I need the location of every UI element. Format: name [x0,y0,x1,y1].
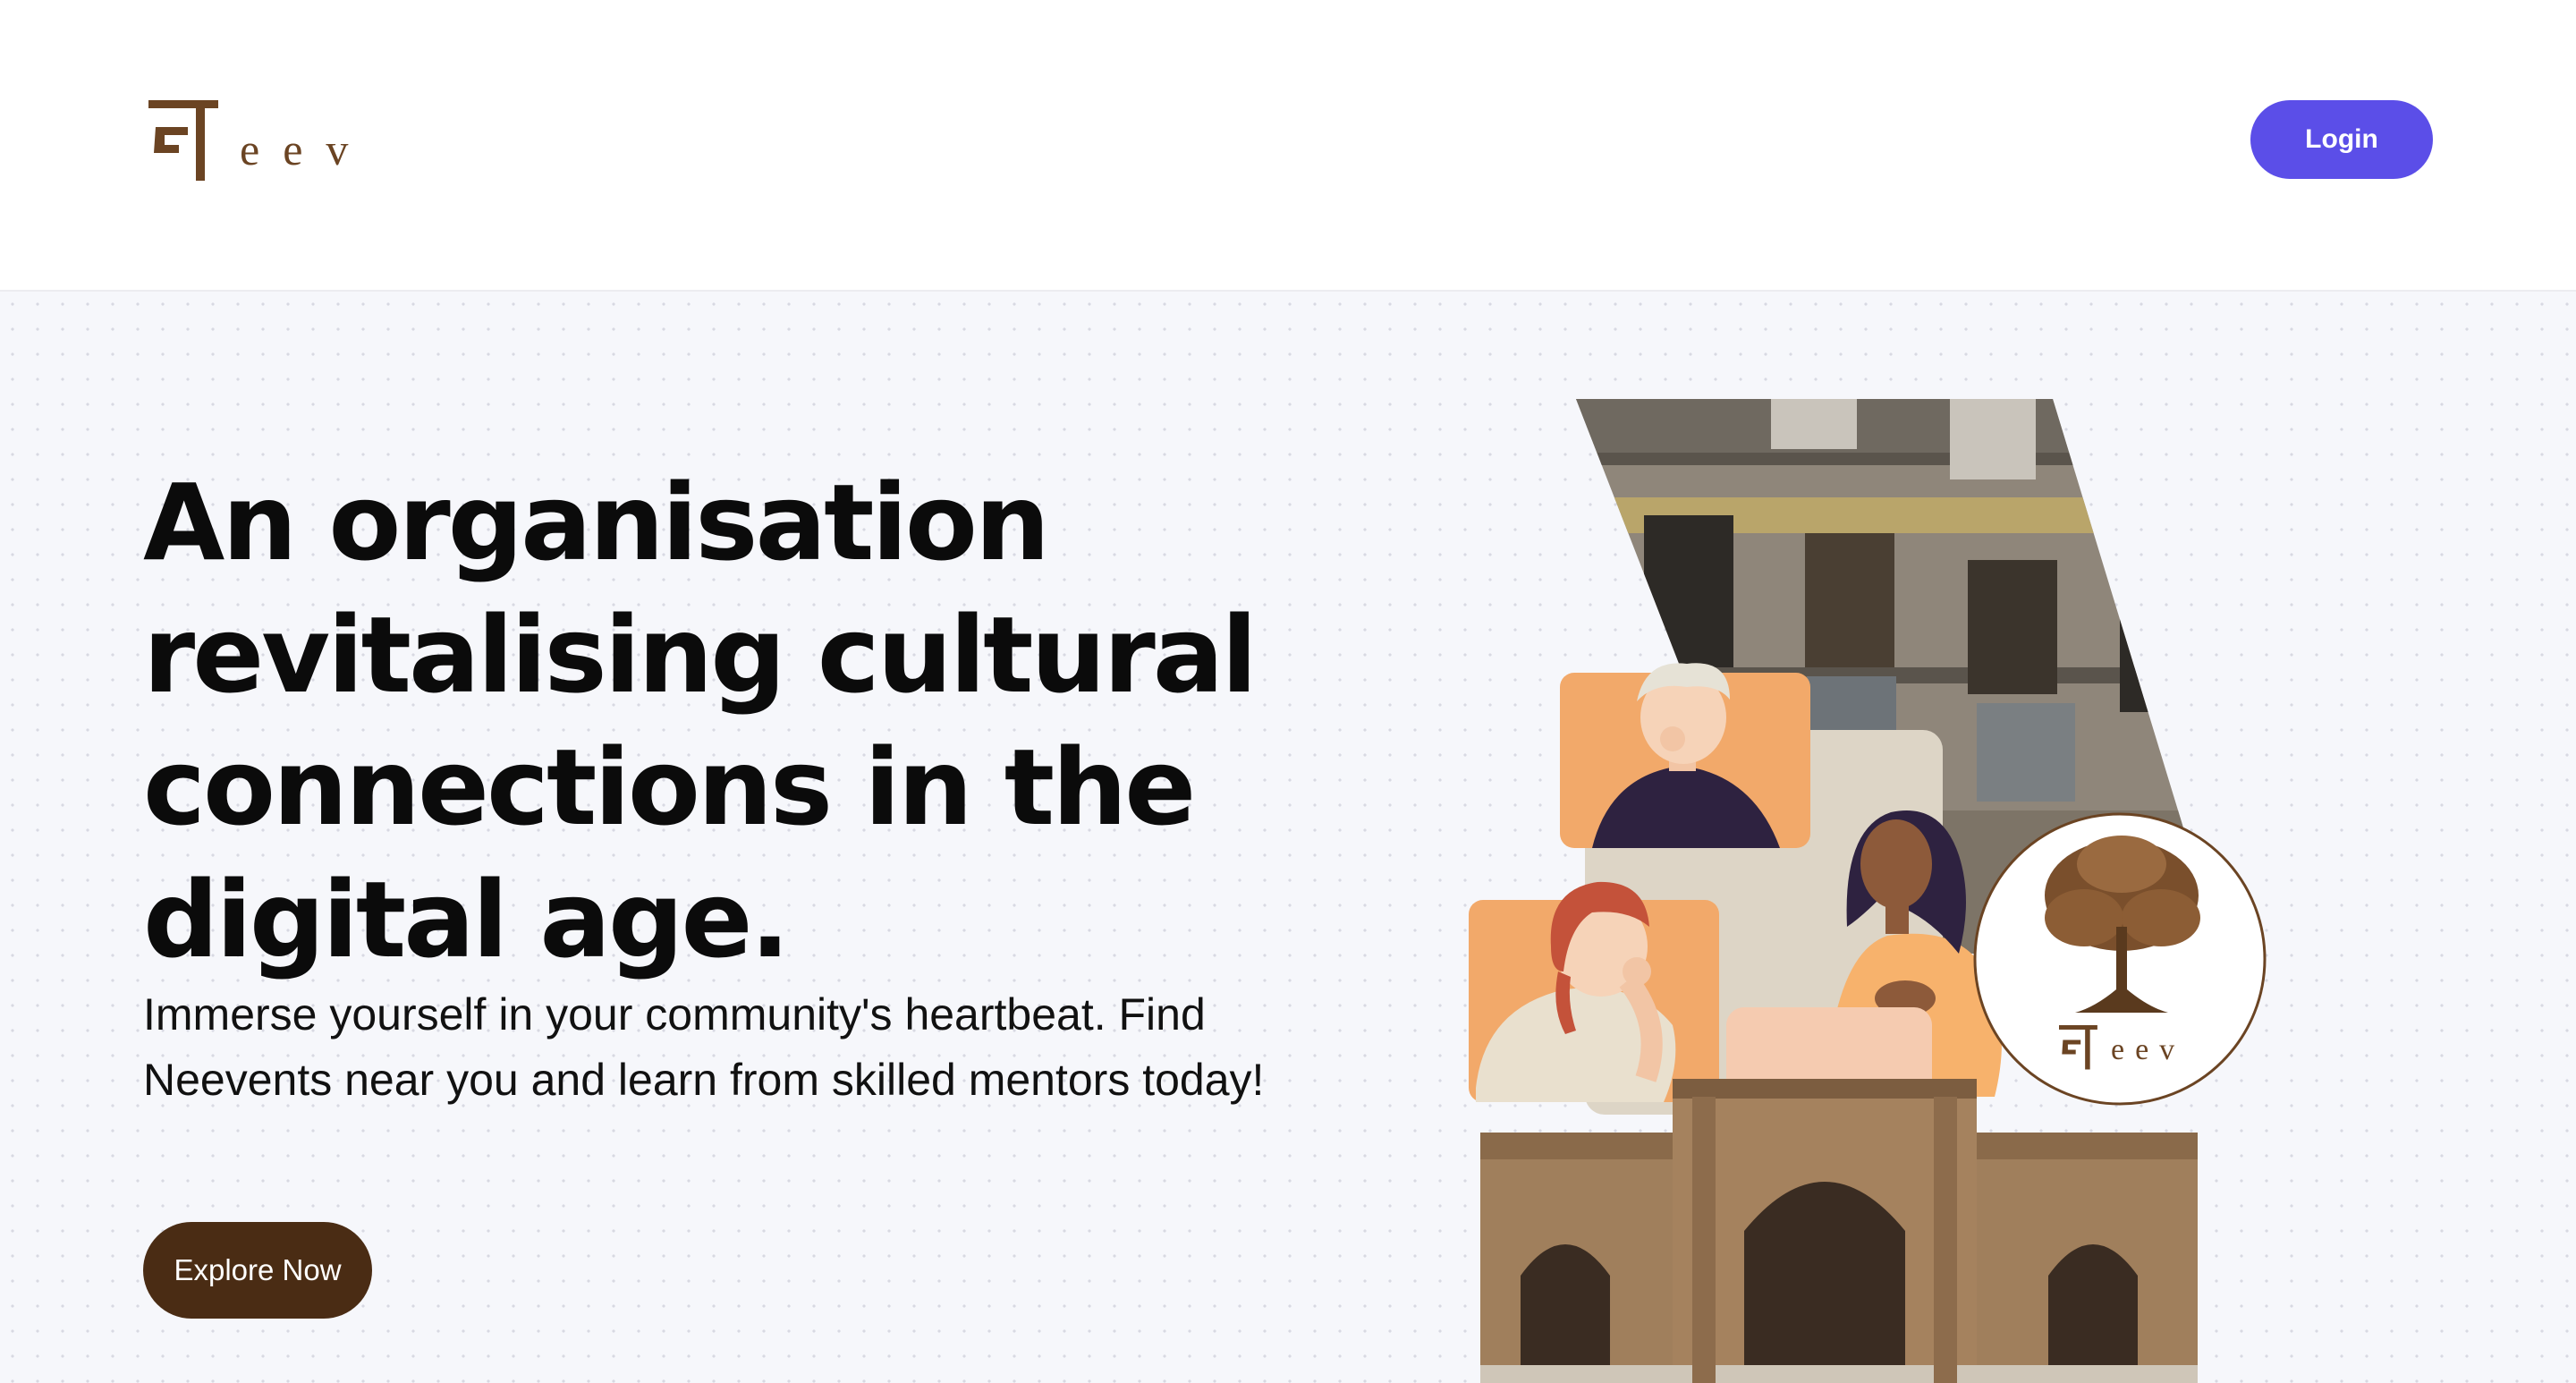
mosque-photo [1480,1079,2198,1383]
explore-now-button[interactable]: Explore Now [143,1222,372,1319]
top-header: eev Login [0,0,2576,292]
person-card-thinking-man [1560,663,1810,848]
hero-headline: An organisation revitalising cultural co… [143,461,1258,981]
logo-text: eev [240,124,372,174]
neev-logo[interactable]: eev [148,100,371,181]
neev-tree-badge: eev [1973,812,2267,1106]
na-glyph-logo-mark [148,100,218,181]
hero-collage: eev [1458,399,2281,1383]
collage-illustration: eev [1469,399,2281,1383]
login-button[interactable]: Login [2250,100,2433,179]
hero-section: An organisation revitalising cultural co… [0,292,2576,1383]
badge-logo-text: eev [2111,1033,2185,1066]
hero-subtext: Immerse yourself in your community's hea… [143,989,1265,1105]
